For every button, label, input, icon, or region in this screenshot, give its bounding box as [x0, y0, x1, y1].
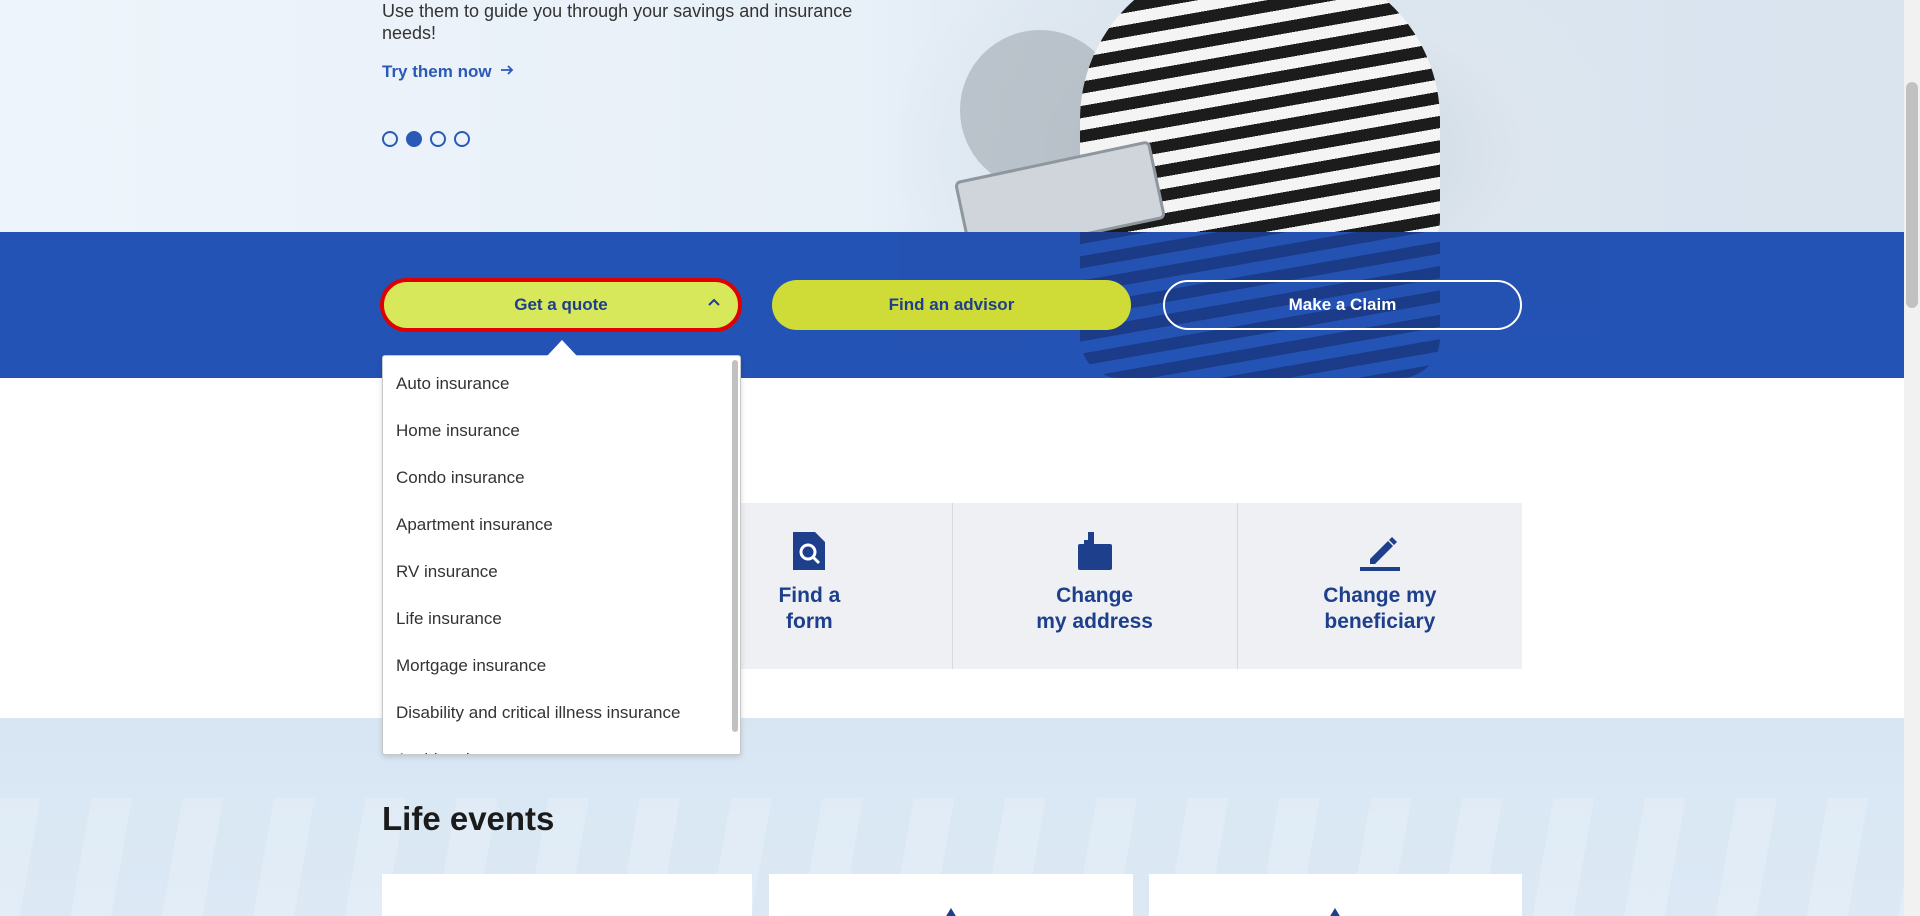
- arrow-right-icon: [500, 62, 514, 82]
- carousel-dot-4[interactable]: [454, 131, 470, 147]
- hero-image: [900, 0, 1600, 232]
- menu-item-apartment-insurance[interactable]: Apartment insurance: [383, 501, 740, 548]
- find-an-advisor-button[interactable]: Find an advisor: [772, 280, 1131, 330]
- find-an-advisor-label: Find an advisor: [888, 295, 1015, 314]
- make-a-claim-button[interactable]: Make a Claim: [1163, 280, 1522, 330]
- card-icon-peak: [1329, 908, 1341, 916]
- card-icon-peak: [945, 908, 957, 916]
- menu-item-disability-critical-illness-insurance[interactable]: Disability and critical illness insuranc…: [383, 689, 740, 736]
- life-event-card-1[interactable]: [382, 874, 752, 916]
- carousel-dot-1[interactable]: [382, 131, 398, 147]
- menu-item-rv-insurance[interactable]: RV insurance: [383, 548, 740, 595]
- hero-banner: Use them to guide you through your savin…: [0, 0, 1904, 232]
- pen-sign-icon: [1358, 529, 1402, 573]
- life-event-card-2[interactable]: [769, 874, 1133, 916]
- document-search-icon: [787, 529, 831, 573]
- make-a-claim-label: Make a Claim: [1288, 295, 1397, 314]
- try-them-now-link[interactable]: Try them now: [382, 62, 514, 82]
- get-a-quote-button[interactable]: Get a quote: [380, 278, 742, 332]
- carousel-dots: [382, 131, 470, 147]
- page-scrollbar-thumb[interactable]: [1906, 82, 1918, 308]
- dropdown-pointer: [547, 340, 577, 356]
- hero-text: Use them to guide you through your savin…: [382, 0, 882, 82]
- change-my-address-tile[interactable]: Change my address: [951, 503, 1237, 669]
- dropdown-scrollbar[interactable]: [732, 360, 738, 732]
- menu-item-home-insurance[interactable]: Home insurance: [383, 407, 740, 454]
- carousel-dot-3[interactable]: [430, 131, 446, 147]
- change-my-beneficiary-label: Change my beneficiary: [1323, 584, 1437, 633]
- menu-item-mortgage-insurance[interactable]: Mortgage insurance: [383, 642, 740, 689]
- mailbox-icon: [1073, 529, 1117, 573]
- chevron-up-icon: [706, 294, 722, 310]
- menu-item-life-insurance[interactable]: Life insurance: [383, 595, 740, 642]
- change-my-address-label: Change my address: [1036, 584, 1153, 633]
- find-a-form-label: Find a form: [778, 584, 841, 633]
- quote-dropdown-menu: Auto insurance Home insurance Condo insu…: [382, 355, 741, 755]
- get-a-quote-label: Get a quote: [514, 295, 608, 314]
- life-events-title: Life events: [382, 800, 555, 837]
- hero-description: Use them to guide you through your savin…: [382, 1, 853, 43]
- change-my-beneficiary-tile[interactable]: Change my beneficiary: [1236, 503, 1522, 669]
- carousel-dot-2[interactable]: [406, 131, 422, 147]
- menu-item-condo-insurance[interactable]: Condo insurance: [383, 454, 740, 501]
- page-scrollbar[interactable]: [1904, 0, 1920, 916]
- life-event-card-3[interactable]: [1149, 874, 1522, 916]
- menu-item-auto-insurance[interactable]: Auto insurance: [383, 360, 740, 407]
- try-link-label: Try them now: [382, 62, 492, 81]
- menu-item-accident-insurance[interactable]: Accident insurance: [383, 736, 740, 754]
